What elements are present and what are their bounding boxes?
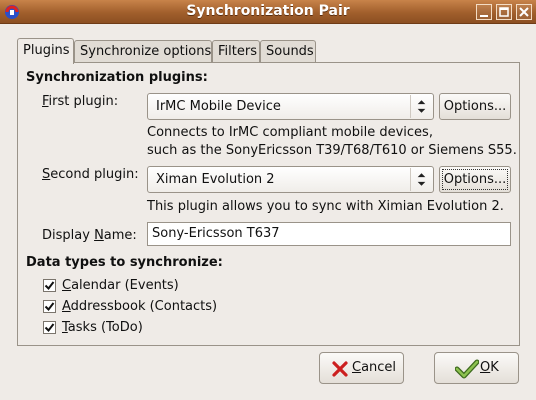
combo-arrows-icon: [410, 95, 426, 118]
plugins-heading: Synchronization plugins:: [26, 70, 208, 85]
minimize-icon: [480, 15, 488, 17]
tab-synchronize-options-label: Synchronize options: [80, 44, 212, 59]
calendar-label-text: alendar (Events): [71, 278, 179, 293]
close-icon: [519, 7, 529, 17]
minimize-button[interactable]: [476, 4, 492, 20]
first-plugin-label: First plugin:: [42, 94, 118, 109]
cancel-label-text: ancel: [361, 360, 397, 375]
tasks-label[interactable]: Tasks (ToDo): [62, 320, 143, 335]
ok-button[interactable]: OK: [434, 352, 519, 384]
tab-filters-label: Filters: [218, 44, 257, 59]
cancel-label: Cancel: [352, 360, 396, 375]
calendar-mnemonic: C: [62, 278, 72, 293]
combo-arrows-icon: [410, 168, 426, 191]
title-bar[interactable]: Synchronization Pair: [0, 0, 536, 24]
display-name-label-before: Display: [42, 228, 95, 243]
tab-synchronize-options[interactable]: Synchronize options: [74, 40, 212, 63]
checkmark-icon: [44, 281, 55, 291]
first-plugin-options-label: Options...: [443, 99, 507, 114]
tab-sounds-label: Sounds: [266, 44, 314, 59]
second-plugin-options-label: Options...: [443, 172, 507, 187]
tasks-label-text: asks (ToDo): [67, 320, 143, 335]
first-plugin-options-button[interactable]: Options...: [439, 93, 511, 120]
cancel-mnemonic: C: [352, 360, 362, 375]
first-plugin-value: IrMC Mobile Device: [156, 99, 281, 114]
maximize-icon: [499, 7, 509, 17]
cancel-x-icon: [332, 361, 348, 377]
display-name-label: Display Name:: [42, 228, 137, 243]
tab-plugins-label: Plugins: [23, 43, 70, 58]
window-title: Synchronization Pair: [186, 3, 350, 19]
calendar-checkbox[interactable]: [43, 279, 56, 292]
second-plugin-label: Second plugin:: [42, 167, 139, 182]
display-name-mnemonic: N: [94, 228, 104, 243]
plugins-panel: Synchronization plugins: First plugin: I…: [17, 62, 520, 346]
display-name-value: Sony-Ericsson T637: [152, 226, 280, 241]
display-name-label-after: ame:: [103, 228, 137, 243]
ok-check-icon: [455, 359, 479, 379]
checkmark-icon: [44, 323, 55, 333]
addressbook-mnemonic: A: [62, 299, 71, 314]
second-plugin-label-text: econd plugin:: [50, 167, 139, 182]
close-button[interactable]: [516, 4, 532, 20]
cancel-button[interactable]: Cancel: [319, 352, 404, 384]
first-plugin-label-text: irst plugin:: [48, 94, 119, 109]
checkmark-icon: [44, 302, 55, 312]
ok-label: OK: [480, 360, 499, 375]
tab-sounds[interactable]: Sounds: [260, 40, 316, 63]
addressbook-checkbox[interactable]: [43, 300, 56, 313]
ok-label-text: K: [490, 360, 499, 375]
second-plugin-combo[interactable]: Ximan Evolution 2: [147, 166, 434, 193]
first-plugin-description-1: Connects to IrMC compliant mobile device…: [147, 125, 433, 140]
tab-filters[interactable]: Filters: [212, 40, 260, 63]
second-plugin-value: Ximan Evolution 2: [156, 172, 275, 187]
second-plugin-description: This plugin allows you to sync with Ximi…: [147, 199, 504, 214]
second-plugin-options-button[interactable]: Options...: [439, 166, 511, 193]
maximize-button[interactable]: [496, 4, 512, 20]
addressbook-label-text: ddressbook (Contacts): [70, 299, 218, 314]
datatypes-heading: Data types to synchronize:: [26, 255, 223, 270]
tasks-checkbox[interactable]: [43, 321, 56, 334]
addressbook-label[interactable]: Addressbook (Contacts): [62, 299, 217, 314]
ok-mnemonic: O: [480, 360, 491, 375]
tab-plugins[interactable]: Plugins: [17, 38, 74, 64]
display-name-input[interactable]: Sony-Ericsson T637: [147, 222, 511, 246]
first-plugin-description-2: such as the SonyEricsson T39/T68/T610 or…: [147, 143, 517, 158]
calendar-label[interactable]: Calendar (Events): [62, 278, 179, 293]
first-plugin-combo[interactable]: IrMC Mobile Device: [147, 93, 434, 120]
